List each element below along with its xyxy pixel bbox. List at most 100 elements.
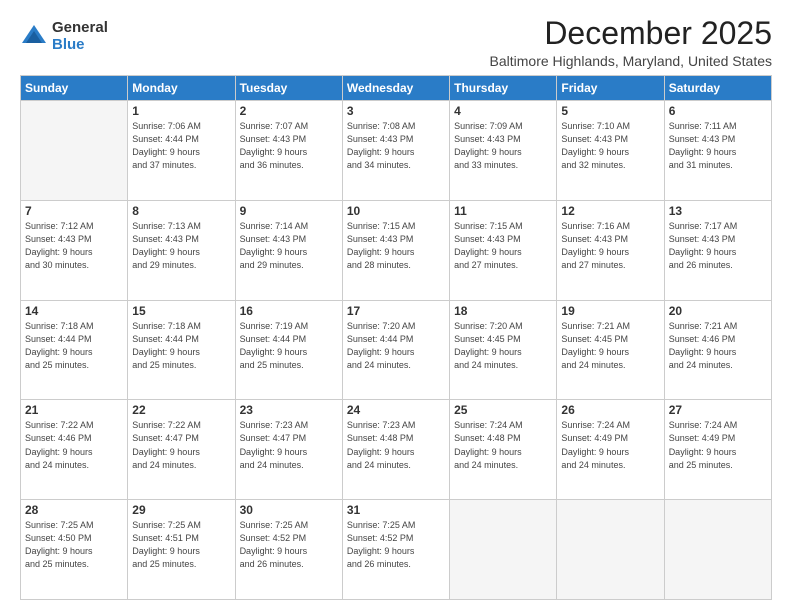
day-info: Sunrise: 7:23 AM Sunset: 4:47 PM Dayligh… — [240, 419, 338, 471]
day-number: 5 — [561, 104, 659, 118]
day-info: Sunrise: 7:24 AM Sunset: 4:48 PM Dayligh… — [454, 419, 552, 471]
day-info: Sunrise: 7:22 AM Sunset: 4:47 PM Dayligh… — [132, 419, 230, 471]
day-info: Sunrise: 7:24 AM Sunset: 4:49 PM Dayligh… — [669, 419, 767, 471]
day-number: 10 — [347, 204, 445, 218]
day-number: 23 — [240, 403, 338, 417]
day-info: Sunrise: 7:25 AM Sunset: 4:52 PM Dayligh… — [347, 519, 445, 571]
calendar-cell: 28 Sunrise: 7:25 AM Sunset: 4:50 PM Dayli… — [21, 500, 128, 600]
day-number: 8 — [132, 204, 230, 218]
day-number: 17 — [347, 304, 445, 318]
calendar-cell — [557, 500, 664, 600]
calendar-cell: 9Sunrise: 7:14 AM Sunset: 4:43 PM Daylig… — [235, 200, 342, 300]
day-info: Sunrise: 7:06 AM Sunset: 4:44 PM Dayligh… — [132, 120, 230, 172]
day-number: 2 — [240, 104, 338, 118]
day-number: 19 — [561, 304, 659, 318]
day-number: 26 — [561, 403, 659, 417]
day-number: 24 — [347, 403, 445, 417]
day-info: Sunrise: 7:24 AM Sunset: 4:49 PM Dayligh… — [561, 419, 659, 471]
calendar-cell: 20 Sunrise: 7:21 AM Sunset: 4:46 PM Dayli… — [664, 300, 771, 400]
day-number: 1 — [132, 104, 230, 118]
calendar-cell: 29 Sunrise: 7:25 AM Sunset: 4:51 PM Dayli… — [128, 500, 235, 600]
weekday-header-tuesday: Tuesday — [235, 76, 342, 101]
day-info: Sunrise: 7:25 AM Sunset: 4:52 PM Dayligh… — [240, 519, 338, 571]
day-number: 11 — [454, 204, 552, 218]
day-number: 31 — [347, 503, 445, 517]
calendar-cell: 10 Sunrise: 7:15 AM Sunset: 4:43 PM Dayli… — [342, 200, 449, 300]
page: General Blue December 2025 Baltimore Hig… — [0, 0, 792, 612]
calendar-cell: 27 Sunrise: 7:24 AM Sunset: 4:49 PM Dayli… — [664, 400, 771, 500]
header: General Blue December 2025 Baltimore Hig… — [20, 16, 772, 69]
calendar-cell: 1 Sunrise: 7:06 AM Sunset: 4:44 PM Daylig… — [128, 101, 235, 201]
weekday-header-friday: Friday — [557, 76, 664, 101]
day-info: Sunrise: 7:16 AM Sunset: 4:43 PM Dayligh… — [561, 220, 659, 272]
day-info: Sunrise: 7:15 AM Sunset: 4:43 PM Dayligh… — [454, 220, 552, 272]
calendar-cell: 15Sunrise: 7:18 AM Sunset: 4:44 PM Dayli… — [128, 300, 235, 400]
day-info: Sunrise: 7:25 AM Sunset: 4:51 PM Dayligh… — [132, 519, 230, 571]
day-info: Sunrise: 7:11 AM Sunset: 4:43 PM Dayligh… — [669, 120, 767, 172]
day-info: Sunrise: 7:23 AM Sunset: 4:48 PM Dayligh… — [347, 419, 445, 471]
calendar-cell: 26 Sunrise: 7:24 AM Sunset: 4:49 PM Dayli… — [557, 400, 664, 500]
day-number: 18 — [454, 304, 552, 318]
title-block: December 2025 Baltimore Highlands, Maryl… — [490, 16, 772, 69]
day-info: Sunrise: 7:10 AM Sunset: 4:43 PM Dayligh… — [561, 120, 659, 172]
logo-blue: Blue — [52, 37, 108, 54]
day-info: Sunrise: 7:18 AM Sunset: 4:44 PM Dayligh… — [25, 320, 123, 372]
day-number: 7 — [25, 204, 123, 218]
calendar-week-row: 21Sunrise: 7:22 AM Sunset: 4:46 PM Dayli… — [21, 400, 772, 500]
day-number: 29 — [132, 503, 230, 517]
calendar-cell: 5 Sunrise: 7:10 AM Sunset: 4:43 PM Daylig… — [557, 101, 664, 201]
day-number: 27 — [669, 403, 767, 417]
month-title: December 2025 — [490, 16, 772, 51]
calendar-cell: 7 Sunrise: 7:12 AM Sunset: 4:43 PM Daylig… — [21, 200, 128, 300]
day-number: 15 — [132, 304, 230, 318]
day-number: 3 — [347, 104, 445, 118]
day-info: Sunrise: 7:13 AM Sunset: 4:43 PM Dayligh… — [132, 220, 230, 272]
calendar-cell — [450, 500, 557, 600]
day-info: Sunrise: 7:21 AM Sunset: 4:45 PM Dayligh… — [561, 320, 659, 372]
calendar-cell: 11 Sunrise: 7:15 AM Sunset: 4:43 PM Dayli… — [450, 200, 557, 300]
calendar-cell: 4Sunrise: 7:09 AM Sunset: 4:43 PM Daylig… — [450, 101, 557, 201]
calendar-table: SundayMondayTuesdayWednesdayThursdayFrid… — [20, 75, 772, 600]
calendar-cell: 24 Sunrise: 7:23 AM Sunset: 4:48 PM Dayli… — [342, 400, 449, 500]
day-info: Sunrise: 7:07 AM Sunset: 4:43 PM Dayligh… — [240, 120, 338, 172]
calendar-cell — [21, 101, 128, 201]
day-info: Sunrise: 7:20 AM Sunset: 4:44 PM Dayligh… — [347, 320, 445, 372]
day-number: 12 — [561, 204, 659, 218]
day-number: 28 — [25, 503, 123, 517]
calendar-cell: 17 Sunrise: 7:20 AM Sunset: 4:44 PM Dayli… — [342, 300, 449, 400]
day-info: Sunrise: 7:19 AM Sunset: 4:44 PM Dayligh… — [240, 320, 338, 372]
day-info: Sunrise: 7:09 AM Sunset: 4:43 PM Dayligh… — [454, 120, 552, 172]
day-number: 25 — [454, 403, 552, 417]
day-info: Sunrise: 7:21 AM Sunset: 4:46 PM Dayligh… — [669, 320, 767, 372]
day-info: Sunrise: 7:20 AM Sunset: 4:45 PM Dayligh… — [454, 320, 552, 372]
calendar-cell: 12 Sunrise: 7:16 AM Sunset: 4:43 PM Dayli… — [557, 200, 664, 300]
day-number: 6 — [669, 104, 767, 118]
calendar-cell: 6 Sunrise: 7:11 AM Sunset: 4:43 PM Daylig… — [664, 101, 771, 201]
calendar-week-row: 14 Sunrise: 7:18 AM Sunset: 4:44 PM Dayli… — [21, 300, 772, 400]
day-info: Sunrise: 7:25 AM Sunset: 4:50 PM Dayligh… — [25, 519, 123, 571]
logo-text: General Blue — [52, 20, 108, 53]
weekday-header-sunday: Sunday — [21, 76, 128, 101]
calendar-cell: 21Sunrise: 7:22 AM Sunset: 4:46 PM Dayli… — [21, 400, 128, 500]
day-number: 16 — [240, 304, 338, 318]
day-number: 13 — [669, 204, 767, 218]
day-number: 30 — [240, 503, 338, 517]
calendar-cell: 19 Sunrise: 7:21 AM Sunset: 4:45 PM Dayli… — [557, 300, 664, 400]
calendar-cell — [664, 500, 771, 600]
calendar-cell: 31 Sunrise: 7:25 AM Sunset: 4:52 PM Dayli… — [342, 500, 449, 600]
day-number: 20 — [669, 304, 767, 318]
weekday-header-monday: Monday — [128, 76, 235, 101]
calendar-week-row: 28 Sunrise: 7:25 AM Sunset: 4:50 PM Dayli… — [21, 500, 772, 600]
day-number: 14 — [25, 304, 123, 318]
day-info: Sunrise: 7:15 AM Sunset: 4:43 PM Dayligh… — [347, 220, 445, 272]
day-info: Sunrise: 7:08 AM Sunset: 4:43 PM Dayligh… — [347, 120, 445, 172]
calendar-week-row: 1 Sunrise: 7:06 AM Sunset: 4:44 PM Daylig… — [21, 101, 772, 201]
calendar-cell: 14 Sunrise: 7:18 AM Sunset: 4:44 PM Dayli… — [21, 300, 128, 400]
calendar-week-row: 7 Sunrise: 7:12 AM Sunset: 4:43 PM Daylig… — [21, 200, 772, 300]
location-subtitle: Baltimore Highlands, Maryland, United St… — [490, 53, 772, 69]
calendar-cell: 30 Sunrise: 7:25 AM Sunset: 4:52 PM Dayli… — [235, 500, 342, 600]
calendar-cell: 23 Sunrise: 7:23 AM Sunset: 4:47 PM Dayli… — [235, 400, 342, 500]
weekday-header-wednesday: Wednesday — [342, 76, 449, 101]
weekday-header-thursday: Thursday — [450, 76, 557, 101]
day-info: Sunrise: 7:12 AM Sunset: 4:43 PM Dayligh… — [25, 220, 123, 272]
